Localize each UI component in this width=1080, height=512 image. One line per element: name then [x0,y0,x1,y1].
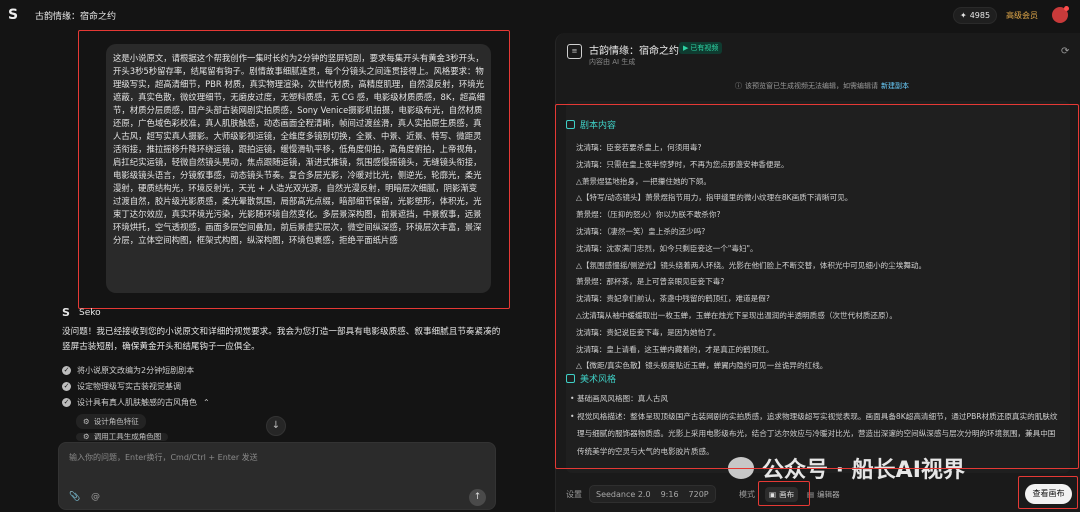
avatar[interactable] [1052,6,1069,23]
sparkle-icon: ✦ [960,11,967,20]
script-line: 沈清璃：只需在皇上夜半惊梦时，不再为您点那盏安神香便是。 [576,159,789,169]
script-section-header: 剧本内容 [566,118,616,131]
task-step-expandable[interactable]: ✓ 设计具有真人肌肤触感的古风角色 ⌃ [62,394,210,410]
style-section-header: 美术风格 [566,372,616,385]
check-icon: ✓ [62,397,71,407]
prompt-text: 这是小说原文，请根据这个帮我创作一集时长约为2分钟的竖屏短剧，要求每集开头有黄金… [113,53,485,245]
document-icon: ≡ [567,44,582,59]
credits-badge[interactable]: ✦ 4985 [953,7,998,24]
video-icon: ▶ [683,44,689,52]
script-lines: 沈清璃：臣妾若要杀皇上，何须用毒? 沈清璃：只需在皇上夜半惊梦时，不再为您点那盏… [576,140,1066,375]
substep-chip: ⚙ 设计角色特征 [76,414,146,429]
chat-input-box[interactable]: 输入你的问题，Enter换行，Cmd/Ctrl + Enter 发送 📎 @ ↑ [58,442,496,510]
check-icon: ✓ [62,365,71,375]
project-title: 古韵情缘：宿命之约 [35,12,117,22]
task-step: ✓ 将小说原文改编为2分钟短剧剧本 [62,365,195,375]
canvas-icon: ▣ [769,490,777,499]
chat-input[interactable]: 输入你的问题，Enter换行，Cmd/Ctrl + Enter 发送 [69,452,258,463]
palette-icon [566,374,575,383]
app-logo-icon[interactable]: S [8,8,22,22]
script-line: 萧景煜：（压抑的怒火）你以为朕不敢杀你? [576,210,721,220]
chevron-up-icon[interactable]: ⌃ [203,398,210,407]
video-status-badge: ▶ 已有视频 [679,42,723,54]
script-line: △【氛围感慢摇/侧逆光】镜头绕着两人环绕。光影在他们脸上不断交替，体积光中可见细… [576,260,927,270]
model-settings[interactable]: Seedance 2.0 9:16 720P [589,485,716,503]
task-step: ✓ 设定物理级写实古装视觉基调 [62,381,181,391]
aspect-ratio[interactable]: 9:16 [661,490,679,499]
script-line: 沈清璃：皇上请看，这玉蝉内藏着的，才是真正的鹤顶红。 [576,344,774,354]
mode-canvas-button[interactable]: ▣ 画布 [765,487,799,502]
assistant-header: S Seko [62,307,101,318]
mode-editor-button[interactable]: ▤ 编辑器 [803,487,844,502]
tool-icon: ⚙ [83,417,90,426]
script-line: 沈清璃：贵妃说臣妾下毒，是因为她怕了。 [576,327,721,337]
vip-link[interactable]: 高级会员 [1006,10,1038,21]
credits-count: 4985 [969,11,991,20]
resolution[interactable]: 720P [689,490,709,499]
arrow-down-icon: ↓ [271,420,281,431]
new-copy-link[interactable]: 新建副本 [881,81,909,91]
top-bar: S 古韵情缘：宿命之约 ✦ 4985 高级会员 [0,0,1080,30]
mention-icon[interactable]: @ [91,492,100,502]
watermark: 公众号 · 船长AI视界 [728,452,965,484]
refresh-icon[interactable]: ⟳ [1061,46,1069,57]
mode-label: 模式 [739,490,755,499]
attachment-icon[interactable]: 📎 [69,492,80,502]
panel-subtitle: 内容由 AI 生成 [589,58,636,66]
notification-dot [1064,6,1069,11]
view-canvas-button[interactable]: 查看画布 [1025,484,1072,504]
style-bullet: 基础画风风格图：真人古风 [570,390,1060,408]
wechat-icon [728,457,754,479]
send-button[interactable]: ↑ [469,489,486,506]
edit-notice: ⓘ 该预览窗已生成视频无法编辑，如需编辑请 新建副本 [735,81,909,91]
user-prompt-bubble: 这是小说原文，请根据这个帮我创作一集时长约为2分钟的竖屏短剧，要求每集开头有黄金… [106,44,491,293]
tool-icon: ⚙ [83,433,90,441]
book-icon [566,120,575,129]
settings-label: 设置 [566,490,582,499]
script-line: 萧景煜：那杯茶，是上可曾亲眼见臣妾下毒? [576,277,725,287]
substep-chip: ⚙ 调用工具生成角色图 [76,433,169,441]
panel-title: 古韵情缘：宿命之约 [589,46,679,57]
scroll-down-button[interactable]: ↓ [266,416,286,436]
task-steps: ✓ 将小说原文改编为2分钟短剧剧本 ✓ 设定物理级写实古装视觉基调 ✓ 设计具有… [62,362,210,410]
script-line: 沈清璃：贵妃拿们前认，茶盏中残留的鹤顶红，难道是假? [576,294,770,304]
script-line: 沈清璃：（凄然一笑）皇上杀的还少吗? [576,226,706,236]
style-bullets: 基础画风风格图：真人古风 视觉风格描述：整体呈现顶级国产古装网剧的实拍质感，追求… [570,390,1060,460]
script-line: △【微距/真实色散】镜头极度贴近玉蝉，蝉翼内隐约可见一丝诡异的红线。 [576,361,828,371]
assistant-name: Seko [79,307,101,318]
editor-icon: ▤ [807,490,815,499]
info-icon: ⓘ [735,82,742,90]
check-icon: ✓ [62,381,71,391]
script-line: △萧景煜猛地抬身，一把攥住她的下颌。 [576,176,711,186]
model-name[interactable]: Seedance 2.0 [596,490,651,499]
seko-logo-icon: S [62,306,70,319]
script-line: △【特写/动态镜头】萧景煜指节用力，指甲缝里的微小纹理在8K画质下清晰可见。 [576,193,853,203]
script-line: △沈清璃从袖中缓缓取出一枚玉蝉，玉蝉在烛光下呈现出温润的半透明质感（次世代材质还… [576,310,897,320]
script-line: 沈清璃：臣妾若要杀皇上，何须用毒? [576,143,702,152]
script-line: 沈清璃：沈家满门忠烈，如今只剩臣妾这一个"毒妇"。 [576,243,758,253]
assistant-reply: 没问题！我已经接收到您的小说原文和详细的视觉要求。我会为您打造一部具有电影级质感… [62,327,501,352]
